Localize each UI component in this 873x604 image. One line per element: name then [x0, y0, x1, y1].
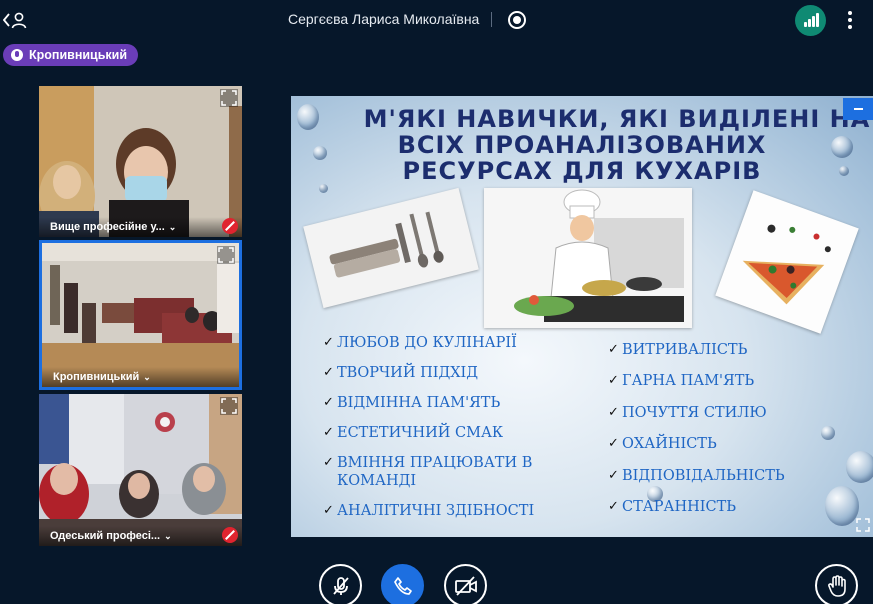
video-feed: [39, 394, 242, 546]
chevron-left-user-icon: [3, 12, 27, 29]
divider: [491, 12, 492, 27]
skills-list-left: ЛЮБОВ ДО КУЛІНАРІЇ ТВОРЧИЙ ПІДХІД ВІДМІН…: [323, 334, 573, 532]
expand-icon[interactable]: [220, 89, 238, 107]
kitchen-tools-image: [303, 187, 479, 309]
mic-muted-icon: [222, 527, 238, 543]
chef-cooking-image: [484, 188, 692, 328]
skill-item: ТВОРЧИЙ ПІДХІД: [323, 364, 573, 382]
room-badge-label: Кропивницький: [29, 48, 128, 62]
signal-bar: [804, 22, 807, 27]
skill-item: ВІДМІННА ПАМ'ЯТЬ: [323, 394, 573, 412]
slide-title-line: ВСІХ ПРОАНАЛІЗОВАНИХ: [397, 131, 767, 159]
raise-hand-button[interactable]: [815, 564, 858, 604]
skill-item: ВМІННЯ ПРАЦЮВАТИ В КОМАНДІ: [323, 454, 533, 490]
chevron-down-icon: ⌄: [143, 371, 151, 382]
skill-item: ВІДПОВІДАЛЬНІСТЬ: [608, 467, 858, 485]
presenter-name: Сергєєва Лариса Миколаївна: [288, 11, 480, 27]
tile-label-text: Кропивницький: [53, 371, 140, 383]
skill-item: АНАЛІТИЧНІ ЗДІБНОСТІ: [323, 502, 573, 520]
water-drop-decoration: [319, 184, 328, 193]
skill-item: СТАРАННІСТЬ: [608, 498, 858, 516]
slide-title-line: РЕСУРСАХ ДЛЯ КУХАРІВ: [402, 157, 762, 185]
skill-item: ОХАЙНІСТЬ: [608, 435, 858, 453]
shared-presentation-slide[interactable]: М'ЯКІ НАВИЧКИ, ЯКІ ВИДІЛЕНІ НА ВСІХ ПРОА…: [291, 96, 873, 537]
mic-icon: [11, 49, 23, 61]
mic-muted-icon: [222, 218, 238, 234]
chevron-down-icon: ⌄: [168, 221, 177, 232]
top-bar: Сергєєва Лариса Миколаївна: [0, 0, 873, 40]
more-options-button[interactable]: [843, 10, 857, 30]
vertical-dots-icon: [848, 18, 852, 22]
hand-icon: [827, 574, 846, 597]
mic-toggle-button[interactable]: [319, 564, 362, 604]
skill-item: ЕСТЕТИЧНИЙ СМАК: [323, 424, 573, 442]
signal-bar: [816, 13, 819, 27]
phone-icon: [393, 576, 412, 595]
tile-label[interactable]: Вище професійне у... ⌄: [39, 217, 242, 237]
video-tile[interactable]: Одеський професі... ⌄: [39, 394, 242, 546]
camera-toggle-button[interactable]: [444, 564, 487, 604]
minimize-button[interactable]: [843, 98, 873, 120]
video-feed: [42, 243, 239, 387]
tile-label[interactable]: Одеський професі... ⌄: [39, 526, 242, 546]
skill-item: ВИТРИВАЛІСТЬ: [608, 341, 858, 359]
tile-label-text: Вище професійне у...: [50, 221, 165, 233]
camera-off-icon: [454, 575, 477, 596]
video-tile[interactable]: Вище професійне у... ⌄: [39, 86, 242, 237]
tile-label[interactable]: Кропивницький ⌄: [42, 367, 239, 387]
chevron-down-icon: ⌄: [164, 530, 172, 541]
skill-item: ЛЮБОВ ДО КУЛІНАРІЇ: [323, 334, 573, 352]
mic-off-icon: [332, 576, 349, 595]
slide-title-line: М'ЯКІ НАВИЧКИ, ЯКІ ВИДІЛЕНІ НА: [363, 105, 871, 133]
pizza-image: [715, 190, 859, 334]
skills-list-right: ВИТРИВАЛІСТЬ ГАРНА ПАМ'ЯТЬ ПОЧУТТЯ СТИЛЮ…: [608, 341, 858, 529]
back-user-button[interactable]: [3, 9, 29, 31]
signal-bar: [812, 16, 815, 27]
skill-item: ПОЧУТТЯ СТИЛЮ: [608, 404, 858, 422]
video-tile-active[interactable]: Кропивницький ⌄: [39, 240, 242, 390]
slide-title: М'ЯКІ НАВИЧКИ, ЯКІ ВИДІЛЕНІ НА ВСІХ ПРОА…: [291, 106, 873, 184]
call-button[interactable]: [381, 564, 424, 604]
expand-icon[interactable]: [220, 397, 238, 415]
record-icon[interactable]: [508, 11, 526, 29]
expand-icon[interactable]: [855, 517, 871, 533]
vertical-dots-icon: [848, 11, 852, 15]
connection-quality-button[interactable]: [795, 5, 826, 36]
signal-bar: [808, 19, 811, 27]
vertical-dots-icon: [848, 25, 852, 29]
room-badge[interactable]: Кропивницький: [3, 44, 139, 66]
skill-item: ГАРНА ПАМ'ЯТЬ: [608, 372, 858, 390]
expand-icon[interactable]: [217, 246, 235, 264]
tile-label-text: Одеський професі...: [50, 530, 161, 542]
video-feed: [39, 86, 242, 237]
